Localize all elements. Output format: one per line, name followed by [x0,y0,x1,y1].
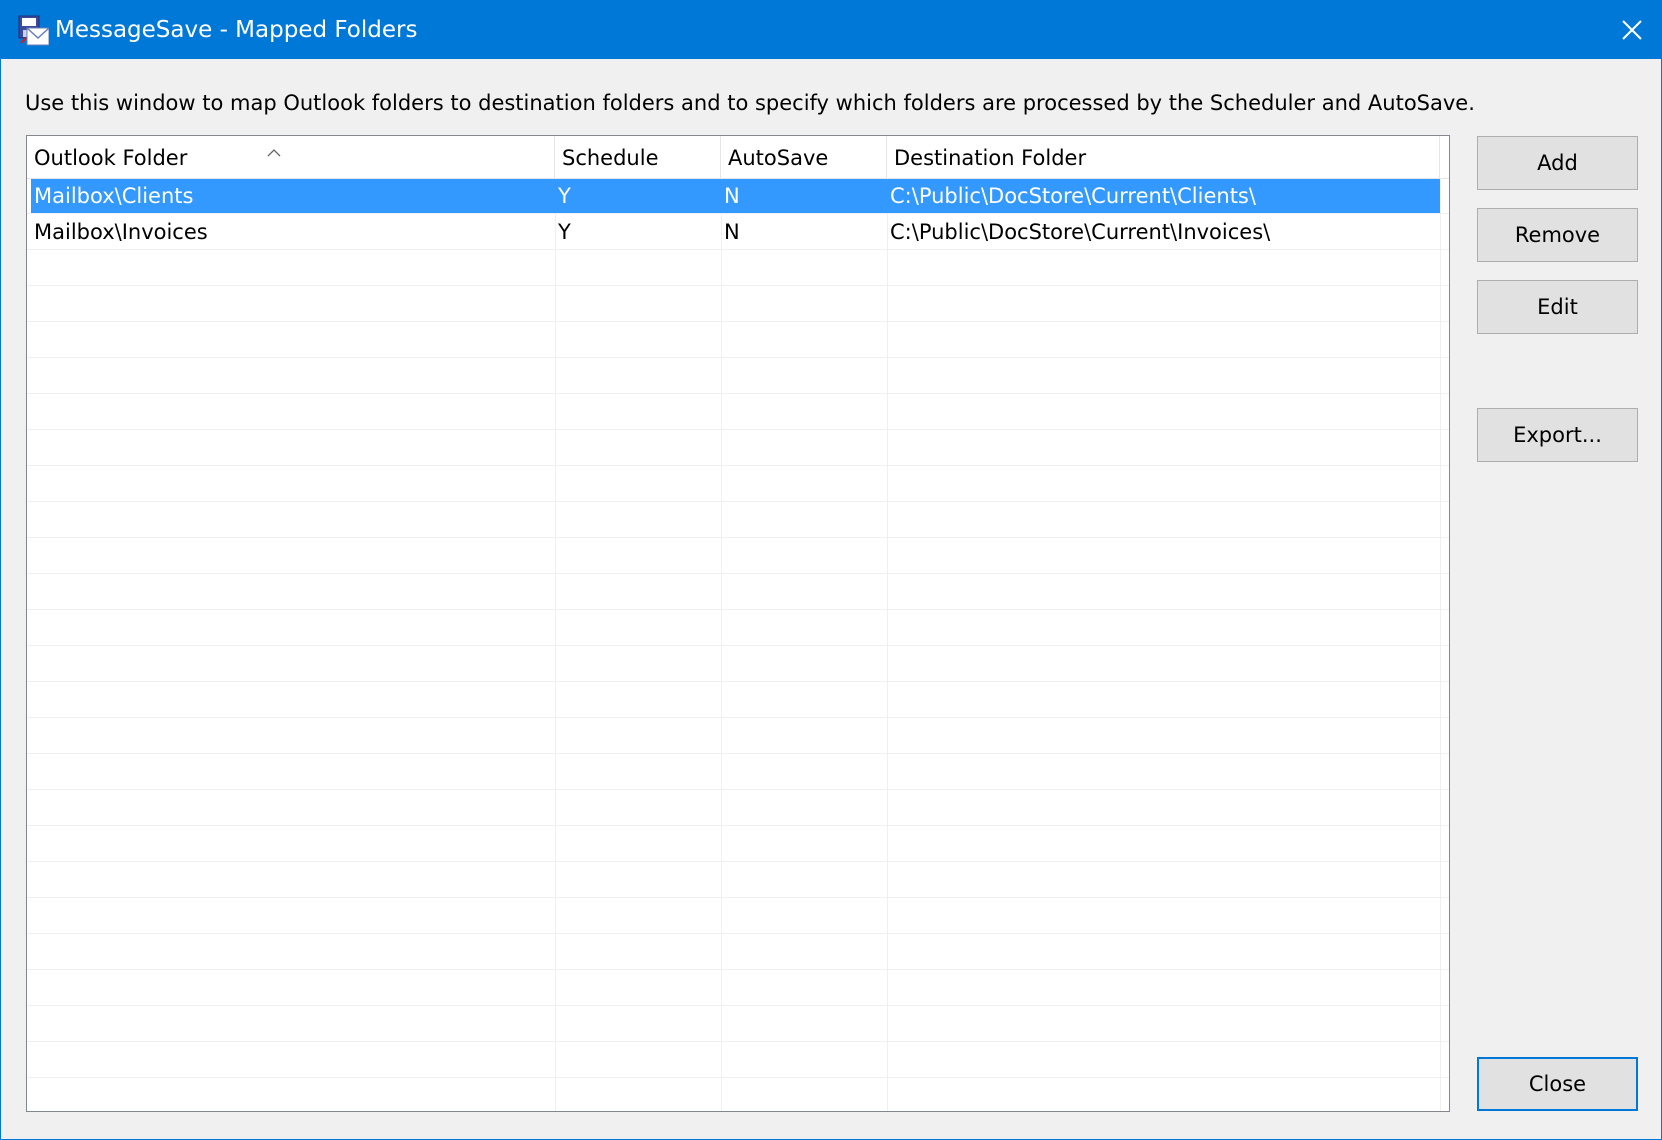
instruction-text: Use this window to map Outlook folders t… [25,91,1475,115]
gridline [27,933,1449,934]
sort-ascending-icon [267,137,281,163]
column-label-schedule: Schedule [562,146,659,170]
gridline [27,897,1449,898]
gridline [27,393,1449,394]
column-label-autosave: AutoSave [728,146,829,170]
gridline [27,969,1449,970]
cell-autosave: N [724,220,740,244]
close-icon[interactable] [1603,1,1661,59]
mapped-folders-list[interactable]: Outlook Folder Schedule AutoSave Destina… [26,135,1450,1112]
gridline [27,429,1449,430]
cell-destination-folder: C:\Public\DocStore\Current\Clients\ [890,184,1256,208]
table-row[interactable]: Mailbox\Clients Y N C:\Public\DocStore\C… [31,179,1440,213]
gridline [27,465,1449,466]
remove-button[interactable]: Remove [1477,208,1638,262]
cell-destination-folder: C:\Public\DocStore\Current\Invoices\ [890,220,1271,244]
add-button[interactable]: Add [1477,136,1638,190]
cell-schedule: Y [558,220,571,244]
cell-autosave: N [724,184,740,208]
gridline [27,285,1449,286]
gridline [27,321,1449,322]
gridline [27,753,1449,754]
export-button-label: Export... [1513,423,1602,447]
close-button-label: Close [1528,1072,1587,1096]
messagesave-app-icon [17,15,50,47]
column-header-outlook-folder[interactable]: Outlook Folder [27,136,555,178]
cell-outlook-folder: Mailbox\Invoices [34,220,208,244]
close-button[interactable]: Close [1477,1057,1638,1111]
remove-button-label: Remove [1514,223,1601,247]
gridline [27,717,1449,718]
column-label-destination-folder: Destination Folder [894,146,1087,170]
gridline [27,357,1449,358]
list-header: Outlook Folder Schedule AutoSave Destina… [27,136,1449,179]
gridline [27,1041,1449,1042]
gridline [27,1077,1449,1078]
add-button-label: Add [1537,151,1578,175]
gridline [27,501,1449,502]
gridline [27,249,1449,250]
gridline [27,537,1449,538]
gridline [27,645,1449,646]
gridline [27,825,1449,826]
title-bar: MessageSave - Mapped Folders [1,1,1661,59]
gridline [27,789,1449,790]
gridline [27,573,1449,574]
table-row[interactable]: Mailbox\Invoices Y N C:\Public\DocStore\… [31,215,1440,249]
gridline [27,681,1449,682]
gridline [27,213,1449,214]
column-label-outlook-folder: Outlook Folder [34,146,188,170]
column-header-destination-folder[interactable]: Destination Folder [887,136,1440,178]
edit-button-label: Edit [1537,295,1578,319]
column-header-schedule[interactable]: Schedule [555,136,721,178]
cell-schedule: Y [558,184,571,208]
gridline [27,1005,1449,1006]
export-button[interactable]: Export... [1477,408,1638,462]
window-title: MessageSave - Mapped Folders [55,17,418,43]
gridline [27,609,1449,610]
column-header-autosave[interactable]: AutoSave [721,136,887,178]
cell-outlook-folder: Mailbox\Clients [34,184,194,208]
edit-button[interactable]: Edit [1477,280,1638,334]
gridline [27,861,1449,862]
mapped-folders-window: MessageSave - Mapped Folders Use this wi… [0,0,1662,1140]
